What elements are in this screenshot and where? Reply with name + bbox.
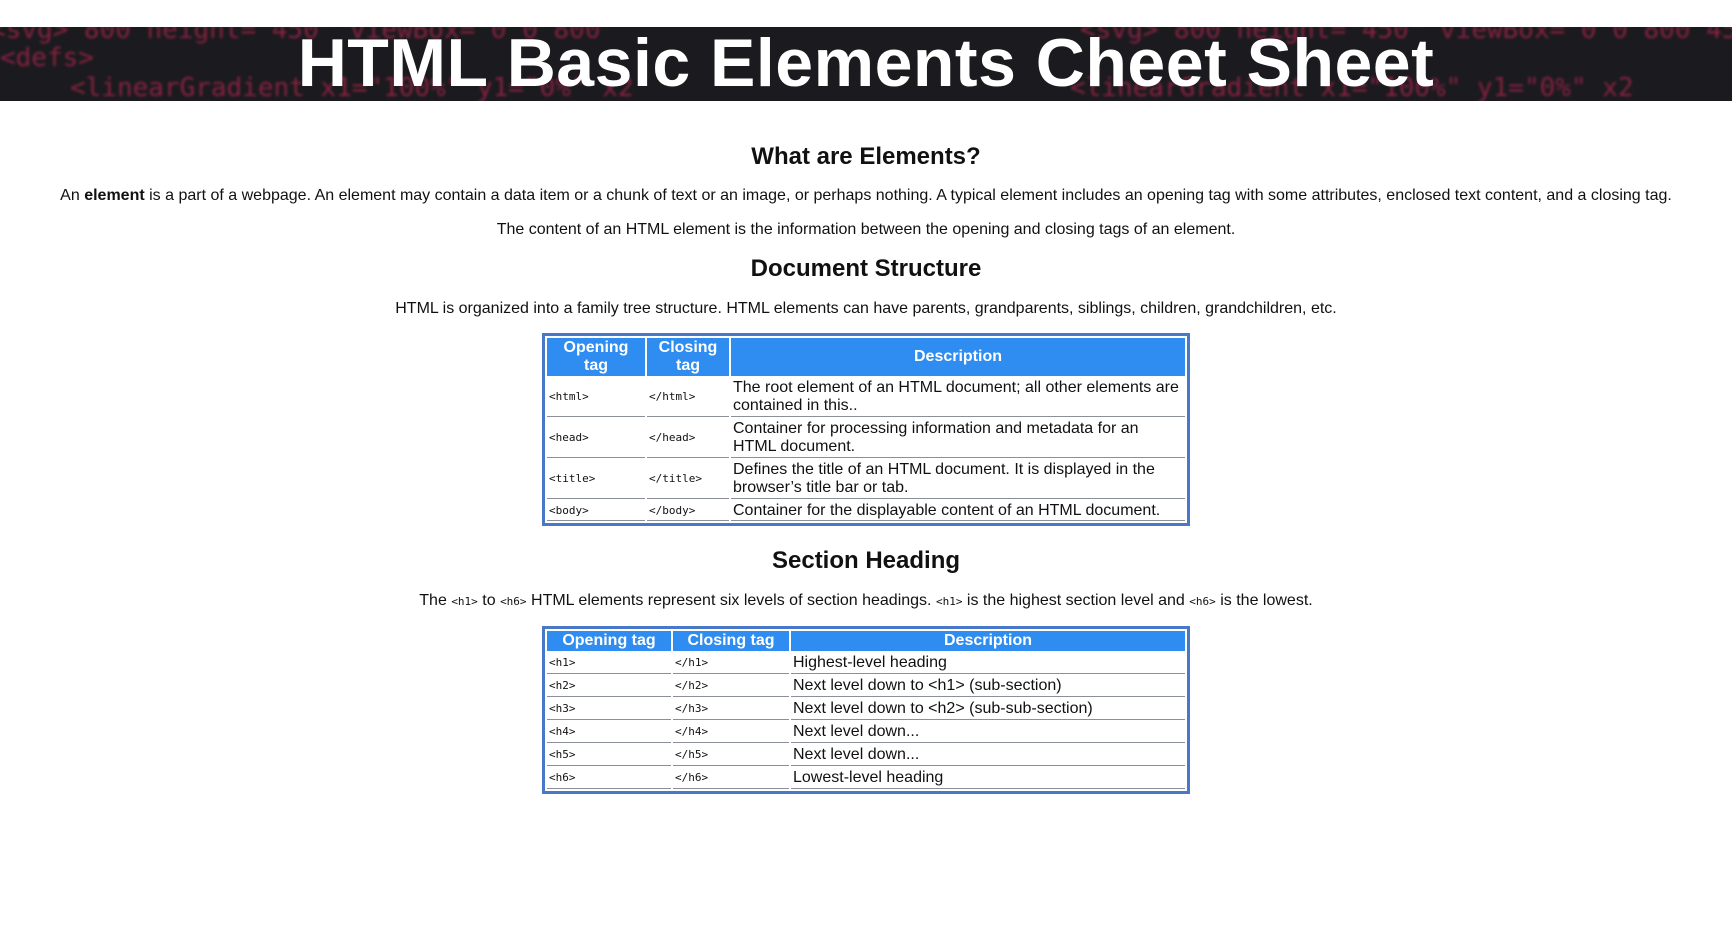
section-heading-table: Opening tag Closing tag Description <h1>… bbox=[542, 626, 1190, 794]
inline-code: <h1> bbox=[451, 595, 478, 608]
opening-tag-cell: <h6> bbox=[547, 768, 671, 789]
heading-section-heading: Section Heading bbox=[771, 547, 961, 574]
heading-document-structure: Document Structure bbox=[750, 255, 982, 282]
structure-paragraph: HTML is organized into a family tree str… bbox=[395, 300, 1337, 317]
page-title: HTML Basic Elements Cheet Sheet bbox=[297, 27, 1435, 101]
table-row: <html> </html> The root element of an HT… bbox=[547, 378, 1185, 417]
opening-tag-cell: <head> bbox=[547, 419, 645, 458]
text-segment: to bbox=[482, 592, 496, 609]
description-cell: Container for the displayable content of… bbox=[731, 501, 1185, 521]
closing-tag-cell: </h5> bbox=[673, 745, 789, 766]
description-cell: Next level down to <h1> (sub-section) bbox=[791, 676, 1185, 697]
table-row: <h3> </h3> Next level down to <h2> (sub-… bbox=[547, 699, 1185, 720]
closing-tag-cell: </h6> bbox=[673, 768, 789, 789]
opening-tag-cell: <body> bbox=[547, 501, 645, 521]
text-segment: is the lowest. bbox=[1220, 592, 1313, 609]
section-heading-paragraph: The <h1> to <h6> HTML elements represent… bbox=[0, 591, 1732, 612]
inline-code: <h6> bbox=[1189, 595, 1216, 608]
opening-tag-cell: <h4> bbox=[547, 722, 671, 743]
bold-term: element bbox=[84, 187, 145, 204]
table-row: <h6> </h6> Lowest-level heading bbox=[547, 768, 1185, 789]
opening-tag-cell: <h1> bbox=[547, 653, 671, 674]
description-cell: Defines the title of an HTML document. I… bbox=[731, 460, 1185, 499]
description-cell: Next level down... bbox=[791, 722, 1185, 743]
table-row: <h4> </h4> Next level down... bbox=[547, 722, 1185, 743]
opening-tag-cell: <html> bbox=[547, 378, 645, 417]
column-header-opening-tag: Opening tag bbox=[547, 338, 645, 376]
description-cell: The root element of an HTML document; al… bbox=[731, 378, 1185, 417]
table-row: <title> </title> Defines the title of an… bbox=[547, 460, 1185, 499]
table-row: <h2> </h2> Next level down to <h1> (sub-… bbox=[547, 676, 1185, 697]
closing-tag-cell: </title> bbox=[647, 460, 729, 499]
header-banner: <svg> 800 height="450" viewBox="0 0 800 … bbox=[0, 27, 1732, 101]
inline-code: <h1> bbox=[935, 595, 963, 608]
column-header-closing-tag: Closing tag bbox=[673, 631, 789, 651]
heading-what-are-elements: What are Elements? bbox=[751, 143, 981, 170]
opening-tag-cell: <h3> bbox=[547, 699, 671, 720]
text-segment: The bbox=[419, 592, 447, 609]
elements-paragraph-1: An element is a part of a webpage. An el… bbox=[0, 186, 1732, 206]
description-cell: Lowest-level heading bbox=[791, 768, 1185, 789]
opening-tag-cell: <h5> bbox=[547, 745, 671, 766]
closing-tag-cell: </h2> bbox=[673, 676, 789, 697]
column-header-opening-tag: Opening tag bbox=[547, 631, 671, 651]
closing-tag-cell: </h1> bbox=[673, 653, 789, 674]
column-header-closing-tag: Closing tag bbox=[647, 338, 729, 376]
main-content: What are Elements? An element is a part … bbox=[0, 101, 1732, 794]
opening-tag-cell: <h2> bbox=[547, 676, 671, 697]
elements-paragraph-2: The content of an HTML element is the in… bbox=[496, 221, 1236, 238]
inline-code: <h6> bbox=[500, 595, 527, 608]
closing-tag-cell: </head> bbox=[647, 419, 729, 458]
table-header-row: Opening tag Closing tag Description bbox=[547, 631, 1185, 651]
description-cell: Highest-level heading bbox=[791, 653, 1185, 674]
table-row: <h1> </h1> Highest-level heading bbox=[547, 653, 1185, 674]
text-segment: An bbox=[60, 187, 80, 204]
opening-tag-cell: <title> bbox=[547, 460, 645, 499]
table-row: <body> </body> Container for the display… bbox=[547, 501, 1185, 521]
table-row: <h5> </h5> Next level down... bbox=[547, 745, 1185, 766]
text-segment: HTML elements represent six levels of se… bbox=[531, 592, 932, 609]
closing-tag-cell: </h4> bbox=[673, 722, 789, 743]
description-cell: Next level down... bbox=[791, 745, 1185, 766]
closing-tag-cell: </h3> bbox=[673, 699, 789, 720]
document-structure-table: Opening tag Closing tag Description <htm… bbox=[542, 333, 1190, 526]
description-cell: Next level down to <h2> (sub-sub-section… bbox=[791, 699, 1185, 720]
text-segment: is the highest section level and bbox=[966, 592, 1185, 609]
description-cell: Container for processing information and… bbox=[731, 419, 1185, 458]
table-header-row: Opening tag Closing tag Description bbox=[547, 338, 1185, 376]
column-header-description: Description bbox=[731, 338, 1185, 376]
column-header-description: Description bbox=[791, 631, 1185, 651]
text-segment: is a part of a webpage. An element may c… bbox=[149, 187, 1672, 204]
closing-tag-cell: </html> bbox=[647, 378, 729, 417]
closing-tag-cell: </body> bbox=[647, 501, 729, 521]
table-row: <head> </head> Container for processing … bbox=[547, 419, 1185, 458]
